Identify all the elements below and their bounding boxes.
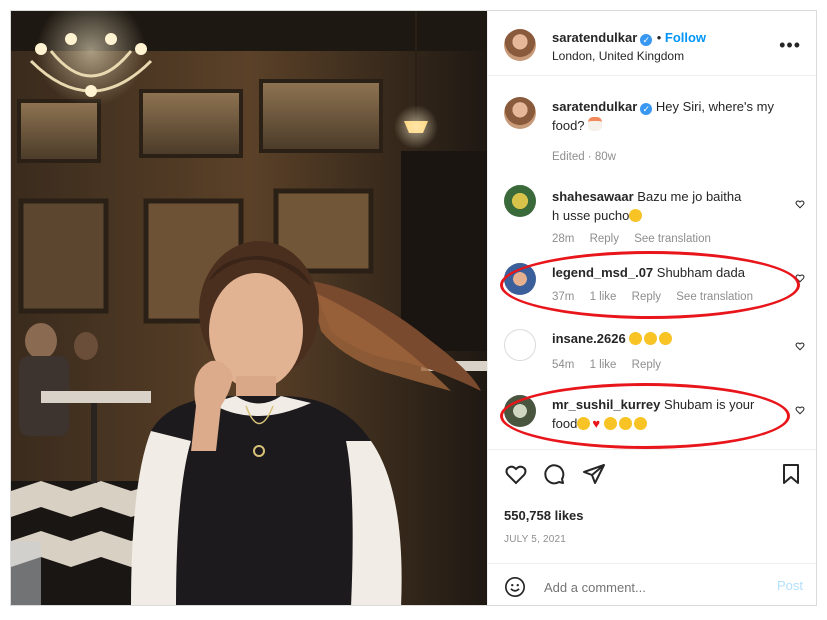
comment-time: 37m bbox=[552, 291, 575, 303]
comment-time: 28m bbox=[552, 233, 575, 245]
likes-count[interactable]: 550,758 likes bbox=[504, 508, 584, 523]
caption-meta: Edited · 80w bbox=[552, 151, 616, 163]
grin-emoji-icon bbox=[629, 209, 643, 222]
comment-row: insane.2626 54m 1 like Reply bbox=[488, 325, 816, 377]
comment-row: shahesawaar Bazu me jo baitha h usse puc… bbox=[488, 181, 816, 245]
like-comment-heart-icon[interactable] bbox=[795, 341, 805, 351]
comment-meta: 28m Reply See translation bbox=[552, 233, 711, 245]
joy-emoji-icon bbox=[618, 417, 632, 430]
post-photo[interactable] bbox=[11, 11, 487, 605]
comment-row: legend_msd_.07 Shubham dada 37m 1 like R… bbox=[488, 259, 816, 311]
comment-body: insane.2626 bbox=[552, 329, 772, 348]
bookmark-icon[interactable] bbox=[779, 462, 803, 486]
commenter-avatar[interactable] bbox=[504, 185, 536, 217]
post-comment-button[interactable]: Post bbox=[777, 578, 803, 593]
comment-meta: 37m 1 like Reply See translation bbox=[552, 291, 753, 303]
post-side-panel: saratendulkar ✓ • Follow London, United K… bbox=[487, 11, 816, 605]
separator-dot: • bbox=[656, 30, 665, 45]
comment-likes[interactable]: 1 like bbox=[590, 291, 617, 303]
comment-icon[interactable] bbox=[542, 462, 566, 486]
commenter-avatar[interactable] bbox=[504, 329, 536, 361]
author-avatar[interactable] bbox=[504, 29, 536, 61]
see-translation-link[interactable]: See translation bbox=[634, 233, 711, 245]
comment-body: shahesawaar Bazu me jo baitha h usse puc… bbox=[552, 187, 752, 225]
heart-icon[interactable] bbox=[504, 462, 528, 486]
like-comment-heart-icon[interactable] bbox=[795, 199, 805, 209]
comment-text: Shubham dada bbox=[656, 265, 745, 280]
follow-button[interactable]: Follow bbox=[665, 30, 706, 45]
emoji-icon[interactable] bbox=[504, 576, 526, 598]
author-username[interactable]: saratendulkar bbox=[552, 30, 637, 45]
comment-username[interactable]: legend_msd_.07 bbox=[552, 265, 653, 280]
author-line: saratendulkar ✓ • Follow bbox=[552, 29, 706, 47]
commenter-avatar[interactable] bbox=[504, 395, 536, 427]
caption-avatar[interactable] bbox=[504, 97, 536, 129]
instagram-post: saratendulkar ✓ • Follow London, United K… bbox=[10, 10, 817, 606]
verified-icon: ✓ bbox=[640, 34, 653, 46]
post-actions: 550,758 likes JULY 5, 2021 bbox=[488, 449, 816, 570]
like-comment-heart-icon[interactable] bbox=[795, 405, 805, 415]
joy-emoji-icon bbox=[603, 417, 617, 430]
post-image bbox=[11, 11, 487, 605]
commenter-avatar[interactable] bbox=[504, 263, 536, 295]
location-link[interactable]: London, United Kingdom bbox=[552, 49, 684, 63]
caption-username[interactable]: saratendulkar bbox=[552, 99, 637, 114]
comment-time: 54m bbox=[552, 359, 575, 371]
post-header: saratendulkar ✓ • Follow London, United K… bbox=[488, 11, 816, 76]
joy-emoji-icon bbox=[659, 332, 673, 345]
comment-username[interactable]: mr_sushil_kurrey bbox=[552, 397, 660, 412]
joy-emoji-icon bbox=[644, 332, 658, 345]
add-comment-input[interactable] bbox=[542, 576, 746, 598]
reply-link[interactable]: Reply bbox=[632, 291, 661, 303]
comment-body: legend_msd_.07 Shubham dada bbox=[552, 263, 772, 282]
comment-likes[interactable]: 1 like bbox=[590, 359, 617, 371]
share-icon[interactable] bbox=[582, 462, 606, 486]
red-heart-icon: ♥ bbox=[592, 416, 601, 431]
comment-meta: 54m 1 like Reply bbox=[552, 359, 661, 371]
comment-username[interactable]: insane.2626 bbox=[552, 331, 626, 346]
comment-body: mr_sushil_kurrey Shubam is your food ♥ bbox=[552, 395, 762, 433]
heart-eyes-emoji-icon bbox=[577, 417, 591, 430]
like-comment-heart-icon[interactable] bbox=[795, 273, 805, 283]
more-icon[interactable]: ••• bbox=[779, 35, 801, 56]
see-translation-link[interactable]: See translation bbox=[676, 291, 753, 303]
caption-text-block: saratendulkar ✓ Hey Siri, where's my food… bbox=[552, 97, 792, 135]
post-date: JULY 5, 2021 bbox=[504, 534, 567, 545]
joy-emoji-icon bbox=[629, 332, 643, 345]
reply-link[interactable]: Reply bbox=[590, 233, 619, 245]
comment-username[interactable]: shahesawaar bbox=[552, 189, 634, 204]
reply-link[interactable]: Reply bbox=[632, 359, 661, 371]
add-comment-bar: Post bbox=[488, 563, 816, 605]
comment-row: mr_sushil_kurrey Shubam is your food ♥ bbox=[488, 391, 816, 445]
joy-emoji-icon bbox=[633, 417, 647, 430]
verified-icon: ✓ bbox=[640, 103, 653, 115]
sushi-emoji-icon bbox=[588, 117, 603, 131]
